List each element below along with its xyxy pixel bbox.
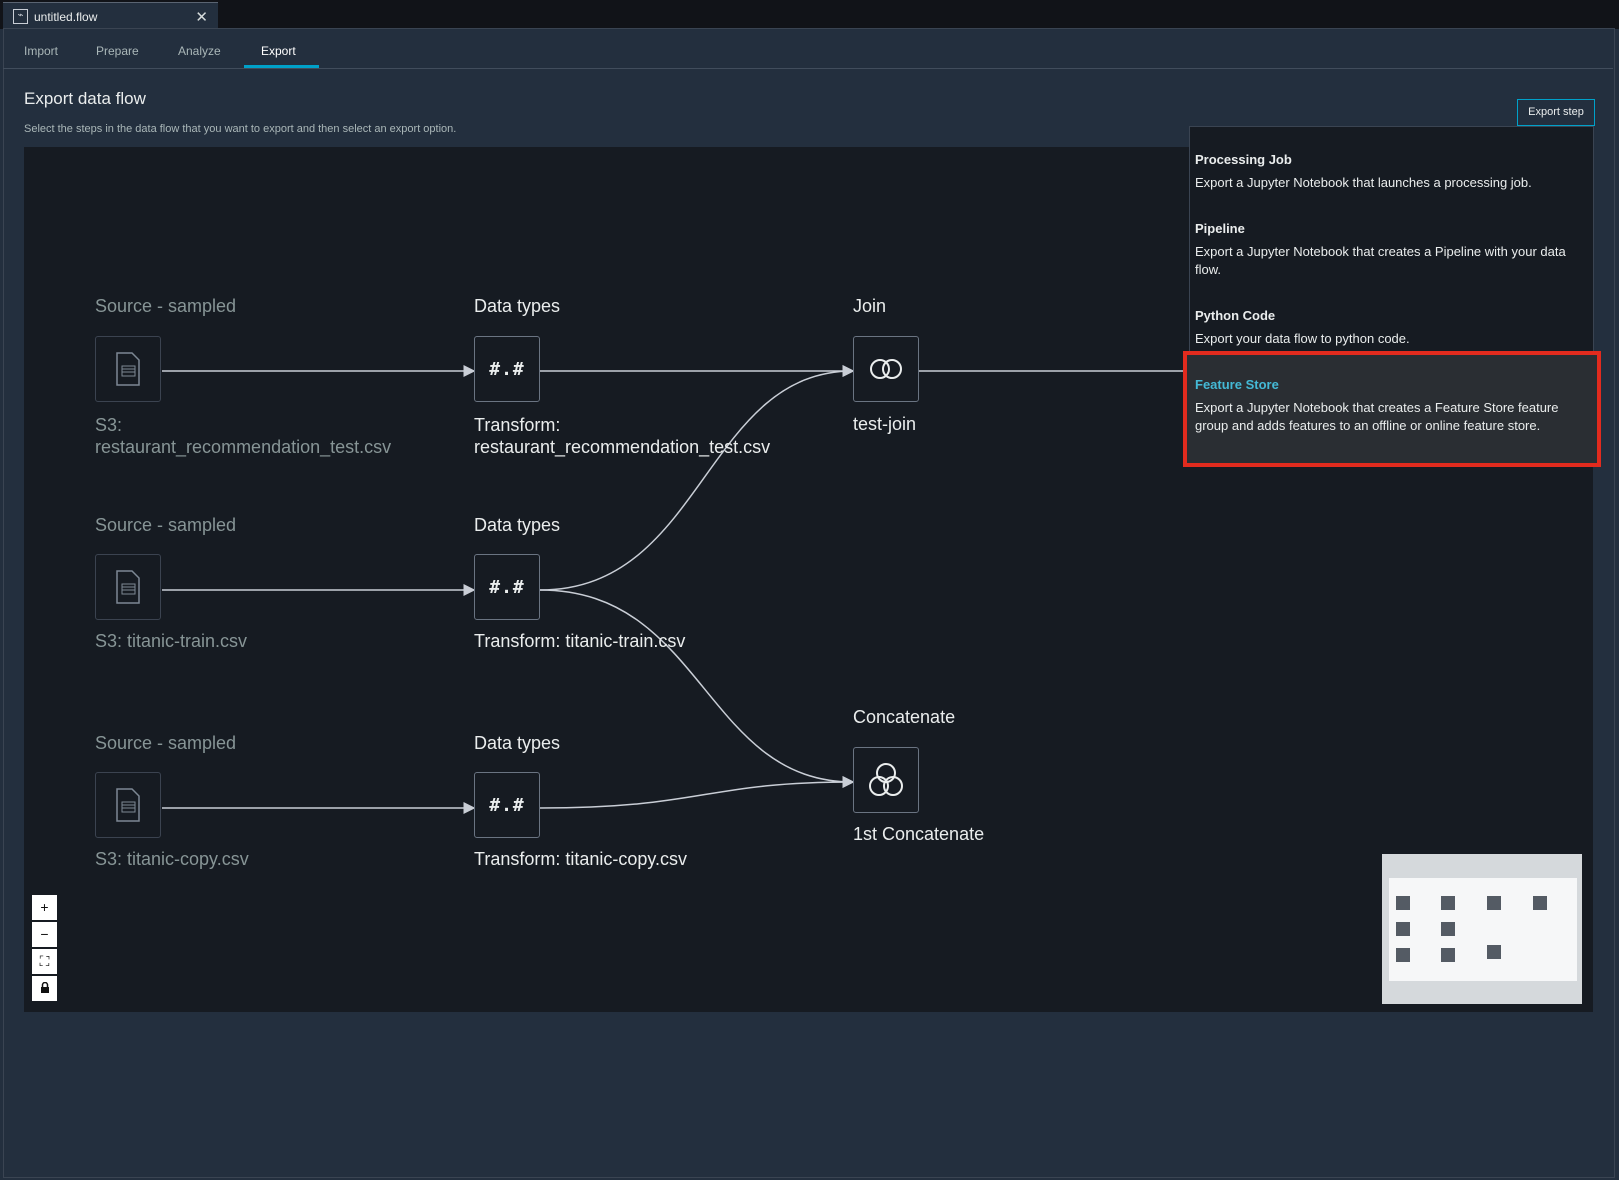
menu-item-desc: Export a Jupyter Notebook that creates a… (1195, 244, 1566, 277)
menu-item-processing-job[interactable]: Processing Job Export a Jupyter Notebook… (1195, 152, 1580, 192)
source-3-name: S3: titanic-copy.csv (95, 849, 249, 869)
minimap-node (1487, 945, 1501, 959)
source-1-name-cont: restaurant_recommendation_test.csv (95, 437, 392, 457)
concat-name: 1st Concatenate (853, 824, 985, 844)
join-node[interactable] (853, 336, 919, 402)
flow-tabs: Import Prepare Analyze Export (3, 30, 1613, 69)
source-2-title: Source - sampled (95, 515, 237, 535)
menu-item-desc: Export your data flow to python code. (1195, 331, 1410, 346)
minimap-node (1441, 896, 1455, 910)
export-options-list: Processing Job Export a Jupyter Notebook… (1189, 126, 1592, 462)
menu-item-title: Python Code (1195, 308, 1276, 323)
dtype-1-title: Data types (474, 296, 561, 316)
minimap-node (1441, 948, 1455, 962)
lock-icon (40, 981, 49, 993)
fit-view-button[interactable]: ⛶ (32, 949, 57, 974)
minimap[interactable] (1382, 854, 1582, 1004)
dtype-node-1[interactable]: #.# (474, 336, 540, 402)
concat-title: Concatenate (853, 707, 956, 727)
dtype-2-name: Transform: titanic-train.csv (474, 631, 686, 651)
file-tab[interactable]: ⌁ untitled.flow ✕ (3, 2, 218, 30)
menu-item-pipeline[interactable]: Pipeline Export a Jupyter Notebook that … (1195, 221, 1580, 279)
source-3-title: Source - sampled (95, 733, 237, 753)
source-2-name: S3: titanic-train.csv (95, 631, 248, 651)
minimap-node (1396, 896, 1410, 910)
join-name: test-join (853, 414, 917, 434)
data-types-icon: #.# (489, 794, 525, 816)
file-icon (116, 570, 140, 604)
dtype-2-title: Data types (474, 515, 561, 535)
join-title: Join (853, 296, 887, 316)
tab-prepare[interactable]: Prepare (96, 44, 139, 58)
tab-export[interactable]: Export (261, 44, 296, 58)
source-1-title: Source - sampled (95, 296, 237, 316)
file-icon (116, 352, 140, 386)
file-icon (116, 788, 140, 822)
source-1-name: S3: (95, 415, 123, 435)
minimap-node (1396, 948, 1410, 962)
zoom-out-button[interactable]: − (32, 922, 57, 947)
minimap-node (1487, 896, 1501, 910)
export-step-button[interactable]: Export step (1517, 99, 1595, 126)
source-node-3[interactable] (95, 772, 161, 838)
file-tab-label: untitled.flow (34, 9, 98, 24)
active-tab-indicator (244, 65, 319, 68)
page-subtitle: Select the steps in the data flow that y… (24, 123, 457, 135)
menu-item-desc: Export a Jupyter Notebook that creates a… (1195, 400, 1559, 433)
minimap-node (1441, 922, 1455, 936)
source-node-2[interactable] (95, 554, 161, 620)
minimap-node (1533, 896, 1547, 910)
flow-file-icon: ⌁ (13, 9, 28, 24)
data-types-icon: #.# (489, 576, 525, 598)
dtype-3-name: Transform: titanic-copy.csv (474, 849, 688, 869)
edge-dtype2-concat (539, 589, 855, 788)
edge-dtype3-concat (539, 776, 855, 809)
page-title: Export data flow (24, 89, 146, 108)
lock-button[interactable] (32, 976, 57, 1001)
menu-item-feature-store[interactable]: Feature Store Export a Jupyter Notebook … (1195, 377, 1580, 435)
source-node-1[interactable] (95, 336, 161, 402)
edge-dtype2-join (539, 365, 855, 591)
menu-item-python-code[interactable]: Python Code Export your data flow to pyt… (1195, 308, 1580, 348)
dtype-node-3[interactable]: #.# (474, 772, 540, 838)
dtype-3-title: Data types (474, 733, 561, 753)
concatenate-icon (869, 763, 903, 796)
concat-node[interactable] (853, 747, 919, 813)
data-types-icon: #.# (489, 358, 525, 380)
menu-item-desc: Export a Jupyter Notebook that launches … (1195, 175, 1532, 190)
minimap-node (1396, 922, 1410, 936)
join-icon (870, 359, 902, 379)
dtype-1-name: Transform: (474, 415, 561, 435)
menu-item-title: Pipeline (1195, 221, 1245, 236)
dtype-1-name-cont: restaurant_recommendation_test.csv (474, 437, 771, 457)
dtype-node-2[interactable]: #.# (474, 554, 540, 620)
menu-item-title: Feature Store (1195, 377, 1279, 392)
tab-import[interactable]: Import (24, 44, 58, 58)
editor-tab-bar: ⌁ untitled.flow ✕ (0, 0, 1619, 30)
tab-analyze[interactable]: Analyze (178, 44, 221, 58)
menu-item-title: Processing Job (1195, 152, 1292, 167)
zoom-in-button[interactable]: + (32, 895, 57, 920)
minimap-viewport (1389, 878, 1577, 981)
close-icon[interactable]: ✕ (195, 8, 208, 26)
